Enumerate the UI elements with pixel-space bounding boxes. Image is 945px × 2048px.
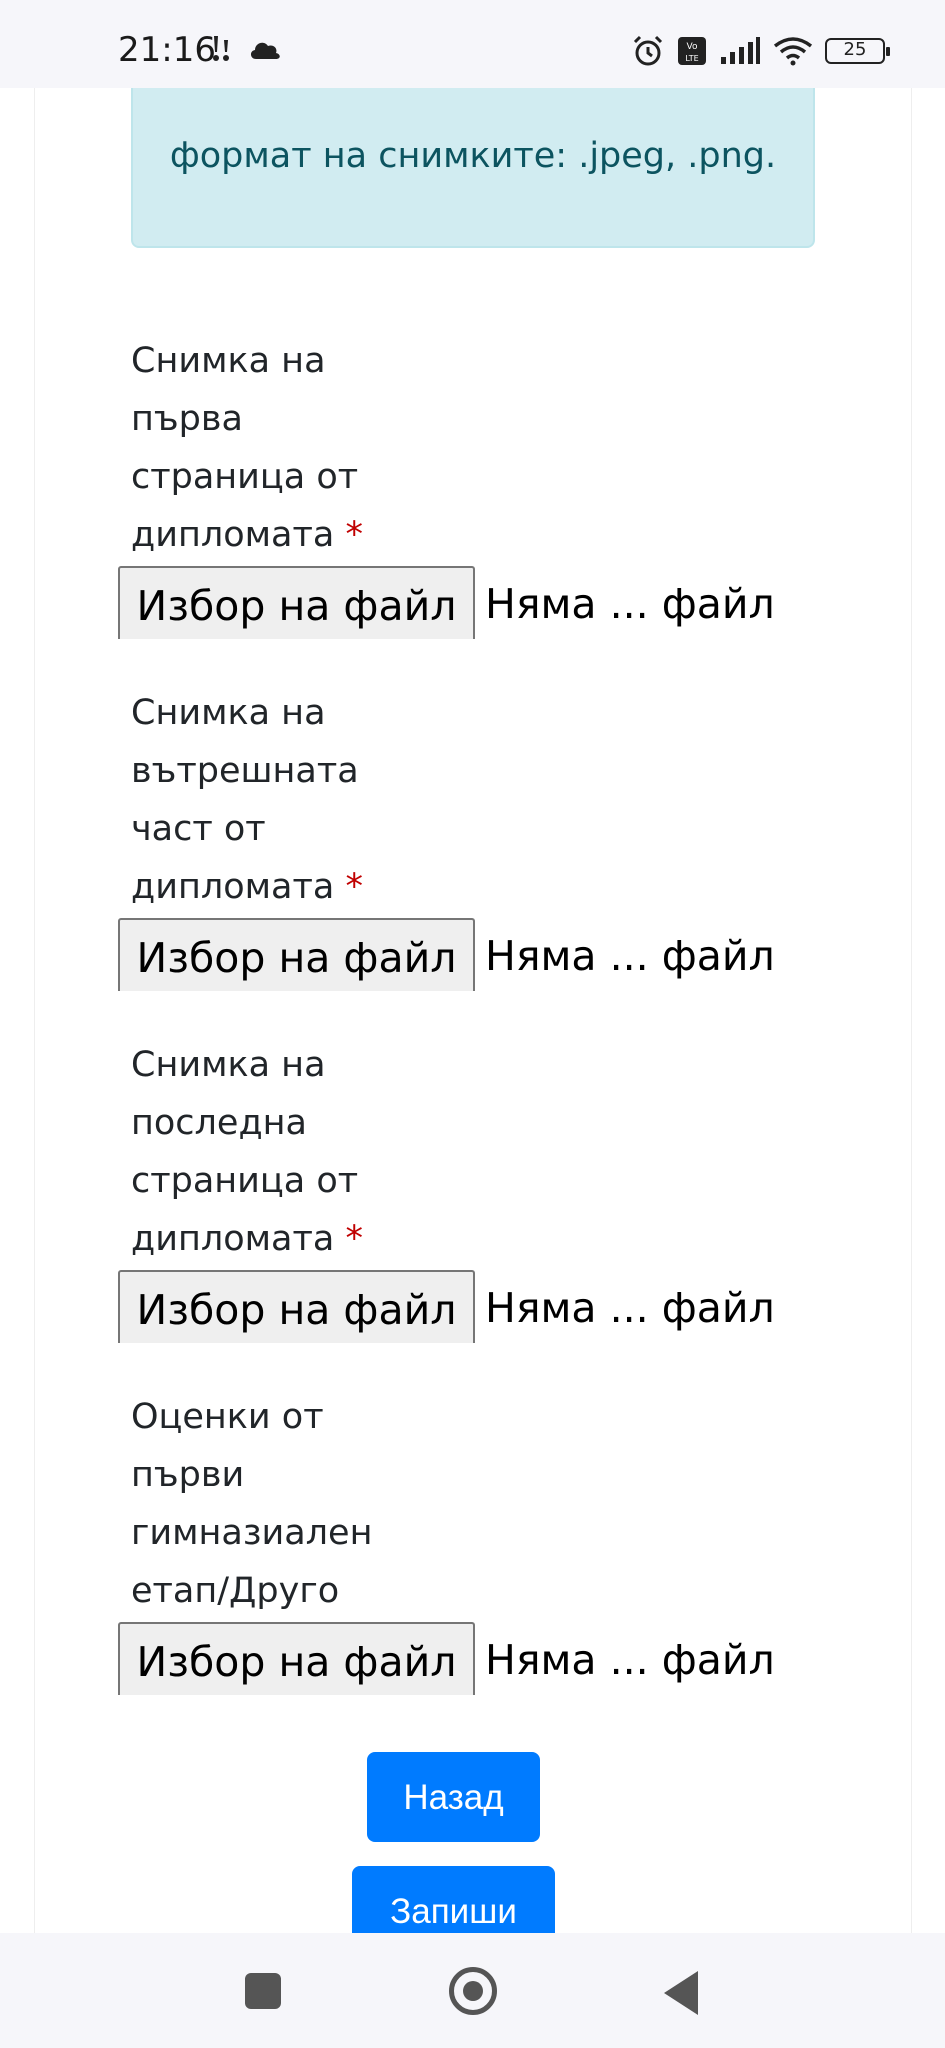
label-line: Оценки от <box>131 1397 324 1437</box>
file-status: Няма ... файл <box>485 1636 775 1684</box>
status-time: 21:16 <box>118 30 216 70</box>
label-line: страница от <box>131 1161 359 1201</box>
label-line: първа <box>131 399 243 439</box>
label-line: последна <box>131 1103 307 1143</box>
info-alert: формат на снимките: .jpeg, .png. <box>131 88 815 248</box>
choose-file-button[interactable]: Избор на файл <box>118 1622 475 1695</box>
label-line-text: дипломата <box>131 515 335 555</box>
label-line: вътрешната <box>131 751 359 791</box>
file-status: Няма ... файл <box>485 580 775 628</box>
field-label-first-page: Снимка на първа страница от дипломата * <box>131 332 451 564</box>
label-line: дипломата * <box>131 858 451 916</box>
label-line: Снимка на <box>131 341 326 381</box>
volte-icon: Vo LTE <box>678 37 706 65</box>
field-group-last-page: Снимка на последна страница от дипломата… <box>118 1036 831 1343</box>
save-button[interactable]: Запиши <box>352 1866 555 1933</box>
label-line: етап/Друго <box>131 1571 340 1611</box>
svg-text:LTE: LTE <box>685 54 698 63</box>
file-status: Няма ... файл <box>485 1284 775 1332</box>
label-line: Снимка на <box>131 1045 326 1085</box>
label-line: страница от <box>131 457 359 497</box>
label-line-text: дипломата <box>131 867 335 907</box>
svg-text:Vo: Vo <box>687 42 698 52</box>
required-marker: * <box>345 867 363 907</box>
notification-icon <box>213 36 229 61</box>
field-group-grades: Оценки от първи гимназиален етап/Друго И… <box>118 1388 831 1695</box>
home-icon[interactable] <box>449 1967 497 2015</box>
field-group-inner-part: Снимка на вътрешната част от дипломата *… <box>118 684 831 991</box>
required-marker: * <box>345 1219 363 1259</box>
field-group-first-page: Снимка на първа страница от дипломата * … <box>118 332 831 639</box>
back-nav-icon[interactable] <box>664 1971 698 2015</box>
label-line: дипломата * <box>131 506 451 564</box>
required-marker: * <box>345 515 363 555</box>
battery-level: 25 <box>843 39 867 60</box>
label-line: част от <box>131 809 266 849</box>
alarm-icon <box>633 35 663 66</box>
label-line: гимназиален <box>131 1513 373 1553</box>
file-status: Няма ... файл <box>485 932 775 980</box>
choose-file-button[interactable]: Избор на файл <box>118 566 475 639</box>
label-line-text: дипломата <box>131 1219 335 1259</box>
signal-icon <box>721 37 760 64</box>
status-icons-right: Vo LTE 25 <box>631 34 890 68</box>
back-button[interactable]: Назад <box>367 1752 540 1842</box>
field-label-grades: Оценки от първи гимназиален етап/Друго <box>131 1388 451 1620</box>
file-input-last-page[interactable]: Избор на файл Няма ... файл <box>118 1270 775 1343</box>
recent-apps-icon[interactable] <box>245 1973 281 2009</box>
file-input-first-page[interactable]: Избор на файл Няма ... файл <box>118 566 775 639</box>
choose-file-button[interactable]: Избор на файл <box>118 1270 475 1343</box>
file-input-grades[interactable]: Избор на файл Няма ... файл <box>118 1622 775 1695</box>
file-input-inner-part[interactable]: Избор на файл Няма ... файл <box>118 918 775 991</box>
info-alert-text: формат на снимките: .jpeg, .png. <box>169 136 777 176</box>
choose-file-button[interactable]: Избор на файл <box>118 918 475 991</box>
field-label-last-page: Снимка на последна страница от дипломата… <box>131 1036 451 1268</box>
cloud-icon <box>250 42 280 59</box>
field-label-inner-part: Снимка на вътрешната част от дипломата * <box>131 684 451 916</box>
label-line: дипломата * <box>131 1210 451 1268</box>
battery-icon: 25 <box>825 38 890 64</box>
status-bar: 21:16 Vo LTE 25 <box>0 0 945 88</box>
status-icons-left <box>208 34 282 64</box>
home-icon-dot <box>463 1981 483 2001</box>
page-content: формат на снимките: .jpeg, .png. Снимка … <box>34 88 912 1933</box>
label-line: Снимка на <box>131 693 326 733</box>
wifi-icon <box>773 37 813 66</box>
system-nav-bar <box>0 1933 945 2048</box>
label-line: първи <box>131 1455 245 1495</box>
